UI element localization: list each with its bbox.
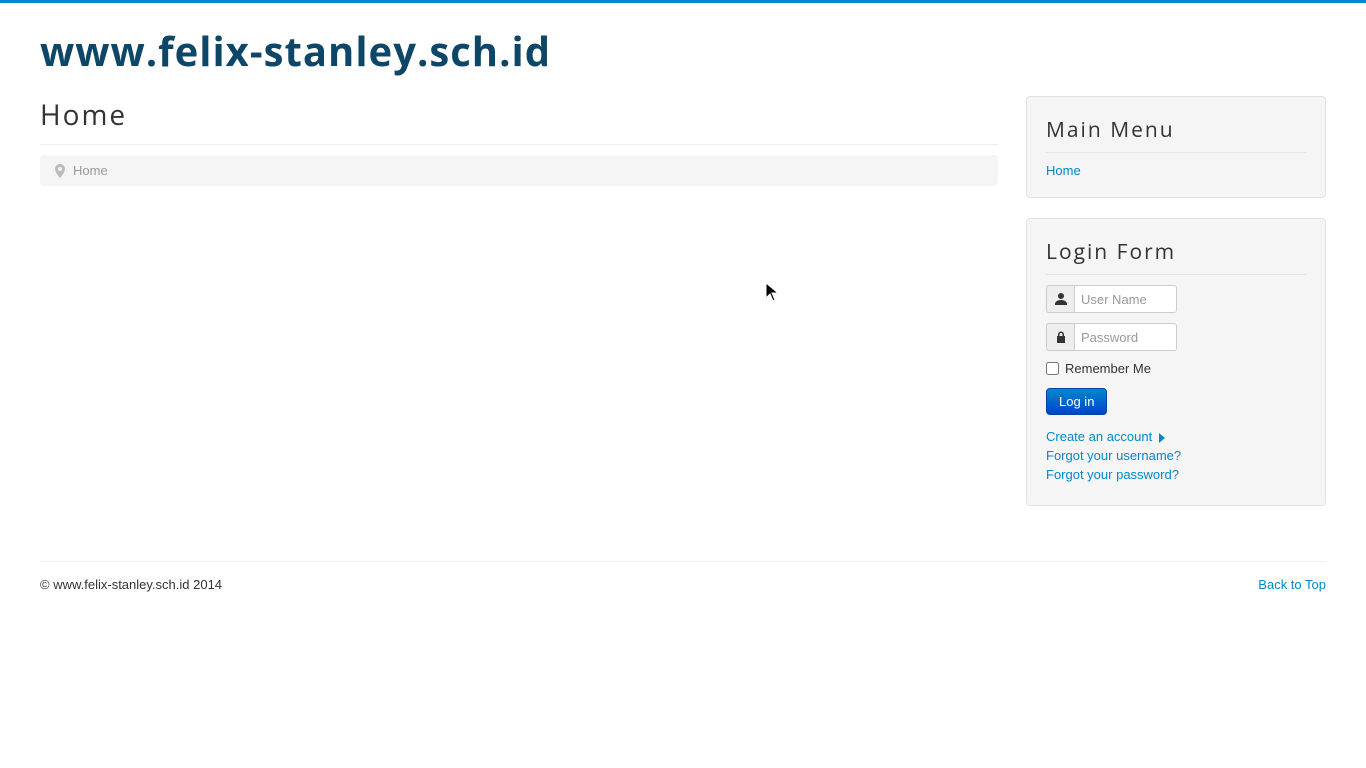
main-menu-divider	[1046, 152, 1306, 153]
menu-item-home[interactable]: Home	[1046, 163, 1081, 178]
site-title-link[interactable]: www.felix-stanley.sch.id	[40, 23, 551, 78]
username-input[interactable]	[1074, 285, 1177, 313]
login-links: Create an account Forgot your username? …	[1046, 429, 1306, 482]
breadcrumb: Home	[40, 155, 998, 186]
user-icon	[1046, 285, 1074, 313]
remember-me-checkbox[interactable]	[1046, 362, 1059, 375]
site-title: www.felix-stanley.sch.id	[40, 3, 1326, 96]
footer: © www.felix-stanley.sch.id 2014 Back to …	[40, 577, 1326, 612]
create-account-label: Create an account	[1046, 429, 1152, 444]
main-menu-panel: Main Menu Home	[1026, 96, 1326, 198]
heading-divider	[40, 144, 998, 145]
create-account-link[interactable]: Create an account	[1046, 429, 1166, 444]
login-form-title: Login Form	[1046, 238, 1306, 266]
remember-me-row[interactable]: Remember Me	[1046, 361, 1306, 376]
login-form-panel: Login Form Remember Me	[1026, 218, 1326, 506]
breadcrumb-current: Home	[73, 163, 108, 178]
sidebar: Main Menu Home Login Form	[1026, 96, 1326, 526]
forgot-username-link[interactable]: Forgot your username?	[1046, 448, 1181, 463]
chevron-right-icon	[1158, 433, 1166, 443]
footer-copyright: © www.felix-stanley.sch.id 2014	[40, 577, 222, 592]
login-form-divider	[1046, 274, 1306, 275]
back-to-top-link[interactable]: Back to Top	[1258, 577, 1326, 592]
password-input[interactable]	[1074, 323, 1177, 351]
main-menu-title: Main Menu	[1046, 116, 1306, 144]
password-group	[1046, 323, 1177, 351]
lock-icon	[1046, 323, 1074, 351]
username-group	[1046, 285, 1177, 313]
forgot-password-link[interactable]: Forgot your password?	[1046, 467, 1179, 482]
login-button[interactable]: Log in	[1046, 388, 1107, 415]
footer-divider	[40, 561, 1326, 562]
main-column: Home Home	[40, 96, 998, 186]
location-pin-icon	[55, 164, 65, 178]
remember-me-label: Remember Me	[1065, 361, 1151, 376]
page-title: Home	[40, 96, 998, 134]
